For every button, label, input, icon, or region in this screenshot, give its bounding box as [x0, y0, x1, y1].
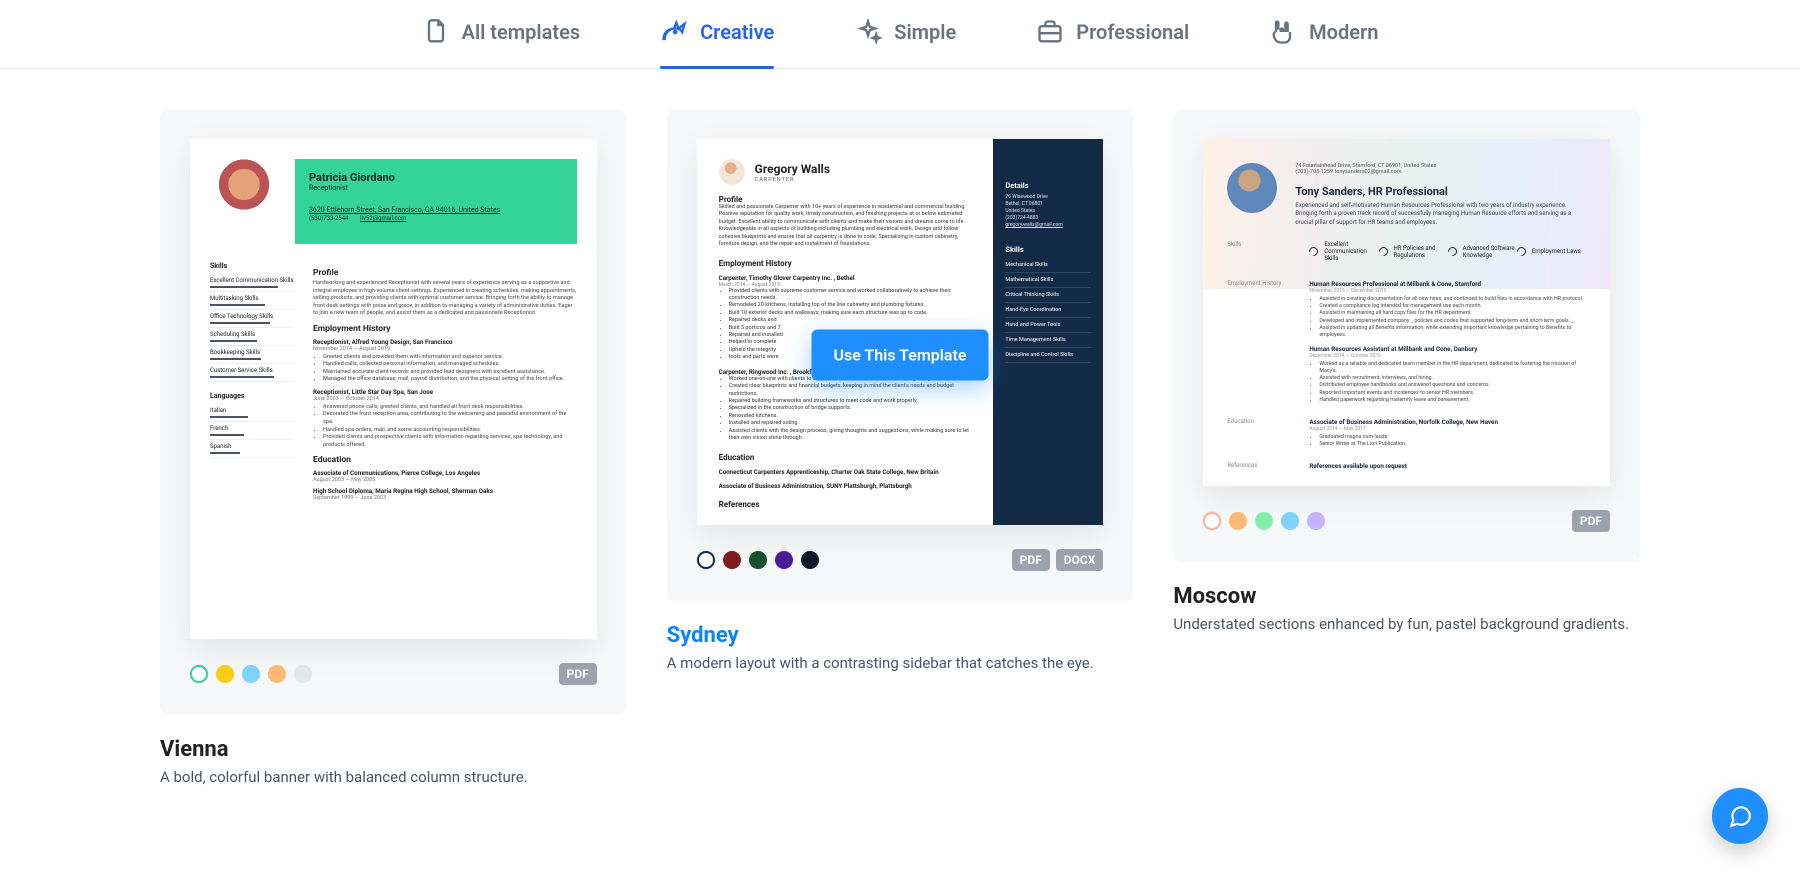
- swatch[interactable]: [775, 551, 793, 569]
- tab-simple[interactable]: Simple: [854, 18, 956, 68]
- swatch[interactable]: [268, 665, 286, 683]
- template-card-vienna: Patricia Giordano Receptionist 3620 Ettl…: [160, 109, 627, 786]
- template-desc: A modern layout with a contrasting sideb…: [667, 654, 1134, 672]
- chat-button[interactable]: [1712, 788, 1768, 844]
- format-badge: PDF: [1572, 510, 1610, 532]
- tab-label: Simple: [894, 20, 956, 44]
- card[interactable]: Patricia Giordano Receptionist 3620 Ettl…: [160, 109, 627, 715]
- color-swatches: [1203, 512, 1325, 530]
- swatch[interactable]: [1229, 512, 1247, 530]
- person-name: Tony Sanders, HR Professional: [1295, 185, 1586, 198]
- template-title[interactable]: Moscow: [1173, 584, 1640, 609]
- use-template-button[interactable]: Use This Template: [811, 329, 988, 380]
- format-badge: PDF: [1012, 549, 1050, 571]
- briefcase-icon: [1036, 18, 1064, 46]
- swatch[interactable]: [723, 551, 741, 569]
- preview: Patricia Giordano Receptionist 3620 Ettl…: [190, 139, 597, 639]
- template-title[interactable]: Sydney: [667, 623, 1134, 648]
- card[interactable]: 74 Fountainhead Drive, Stamford, CT 0690…: [1173, 109, 1640, 562]
- category-tabs: All templates Creative Simple Profession…: [0, 0, 1800, 69]
- swatch[interactable]: [749, 551, 767, 569]
- template-desc: Understated sections enhanced by fun, pa…: [1173, 615, 1640, 633]
- swatch[interactable]: [294, 665, 312, 683]
- color-swatches: [697, 551, 819, 569]
- template-desc: A bold, colorful banner with balanced co…: [160, 768, 627, 786]
- color-swatches: [190, 665, 312, 683]
- tab-professional[interactable]: Professional: [1036, 18, 1189, 68]
- swatch[interactable]: [697, 551, 715, 569]
- swatch[interactable]: [1281, 512, 1299, 530]
- preview: 74 Fountainhead Drive, Stamford, CT 0690…: [1203, 139, 1610, 486]
- avatar: [719, 159, 745, 185]
- sparkle-icon: [854, 18, 882, 46]
- template-card-moscow: 74 Fountainhead Drive, Stamford, CT 0690…: [1173, 109, 1640, 786]
- card[interactable]: Gregory Walls CARPENTER Profile Skilled …: [667, 109, 1134, 601]
- files-icon: [422, 18, 450, 46]
- format-badge: DOCX: [1056, 549, 1104, 571]
- template-title[interactable]: Vienna: [160, 737, 627, 762]
- unicorn-icon: [660, 18, 688, 46]
- rock-on-icon: [1269, 18, 1297, 46]
- tab-label: Creative: [700, 20, 774, 44]
- person-name: Gregory Walls: [755, 162, 830, 176]
- swatch[interactable]: [1255, 512, 1273, 530]
- avatar: [210, 159, 295, 244]
- swatch[interactable]: [242, 665, 260, 683]
- swatch[interactable]: [801, 551, 819, 569]
- swatch[interactable]: [1203, 512, 1221, 530]
- person-title: Receptionist: [309, 184, 348, 192]
- person-name: Patricia Giordano: [309, 171, 563, 184]
- tab-label: Professional: [1076, 20, 1189, 44]
- format-badge: PDF: [559, 663, 597, 685]
- tab-label: Modern: [1309, 20, 1378, 44]
- tab-modern[interactable]: Modern: [1269, 18, 1378, 68]
- swatch[interactable]: [1307, 512, 1325, 530]
- swatch[interactable]: [190, 665, 208, 683]
- tab-label: All templates: [462, 20, 581, 44]
- tab-creative[interactable]: Creative: [660, 18, 774, 68]
- chat-icon: [1727, 803, 1753, 829]
- template-card-sydney: Gregory Walls CARPENTER Profile Skilled …: [667, 109, 1134, 786]
- avatar: [1227, 163, 1277, 213]
- person-title: CARPENTER: [755, 177, 795, 183]
- address-line: 3620 Ettlehorn Street, San Francisco, CA…: [309, 206, 563, 214]
- tab-all-templates[interactable]: All templates: [422, 18, 581, 68]
- swatch[interactable]: [216, 665, 234, 683]
